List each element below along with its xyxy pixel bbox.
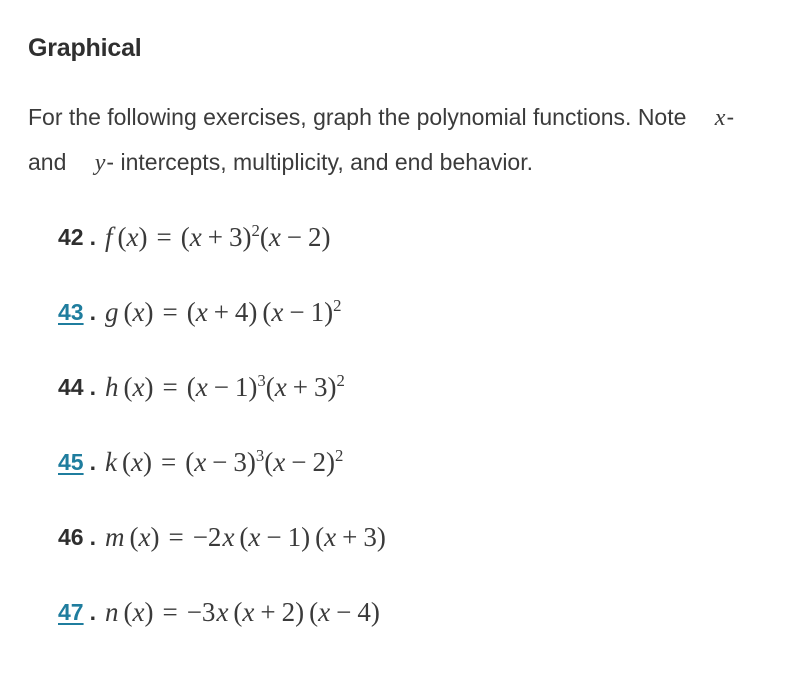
instructions-paragraph: For the following exercises, graph the p… <box>28 95 758 185</box>
exercise-number-link-43[interactable]: 43 <box>58 293 84 331</box>
exercise-formula-45: k (x) = (x −3)3(x −2)2 <box>104 446 344 477</box>
exercise-formula-42: f (x) = (x +3)2(x −2) <box>104 221 331 252</box>
exercise-list: 42 . f (x) = (x +3)2(x −2) 43 . g (x) = (x +4) (x −… <box>0 218 800 668</box>
exercise-number-46: 46 <box>58 524 84 550</box>
exercise-item-43: 43 . g (x) = (x +4) (x −1)2 <box>0 293 800 368</box>
exercise-formula-46: m (x) = −2x (x −1) (x +3) <box>104 522 386 552</box>
exercise-separator-47: . <box>89 599 96 625</box>
exercise-item-47: 47 . n (x) = −3x (x +2) (x −4) <box>0 593 800 668</box>
page-title: Graphical <box>28 33 142 62</box>
exercise-separator-44: . <box>89 374 96 400</box>
exercise-number-42: 42 <box>58 224 84 250</box>
exercise-separator-45: . <box>89 449 96 475</box>
exercise-formula-43: g (x) = (x +4) (x −1)2 <box>104 296 342 327</box>
exercise-formula-44: h (x) = (x −1)3(x +3)2 <box>104 371 345 402</box>
exercise-separator-46: . <box>89 524 96 550</box>
exercise-page: Graphical For the following exercises, g… <box>0 0 800 686</box>
exercise-item-45: 45 . k (x) = (x −3)3(x −2)2 <box>0 443 800 518</box>
exercise-number-link-47[interactable]: 47 <box>58 593 84 631</box>
exercise-separator-43: . <box>89 299 96 325</box>
math-variable-y: y <box>94 150 106 176</box>
instructions-text-part-1: For the following exercises, graph the p… <box>28 104 687 130</box>
exercise-item-42: 42 . f (x) = (x +3)2(x −2) <box>0 218 800 293</box>
math-variable-x: x <box>714 105 726 131</box>
instructions-text-part-2: intercepts, multiplicity, and end behavi… <box>120 149 534 175</box>
exercise-separator-42: . <box>89 224 96 250</box>
exercise-number-44: 44 <box>58 374 84 400</box>
exercise-number-link-45[interactable]: 45 <box>58 443 84 481</box>
exercise-formula-47: n (x) = −3x (x +2) (x −4) <box>104 597 380 627</box>
exercise-item-44: 44 . h (x) = (x −1)3(x +3)2 <box>0 368 800 443</box>
exercise-item-46: 46 . m (x) = −2x (x −1) (x +3) <box>0 518 800 593</box>
instructions-and: and <box>28 149 67 175</box>
x-dash: - <box>726 104 735 130</box>
y-dash: - <box>106 149 115 175</box>
